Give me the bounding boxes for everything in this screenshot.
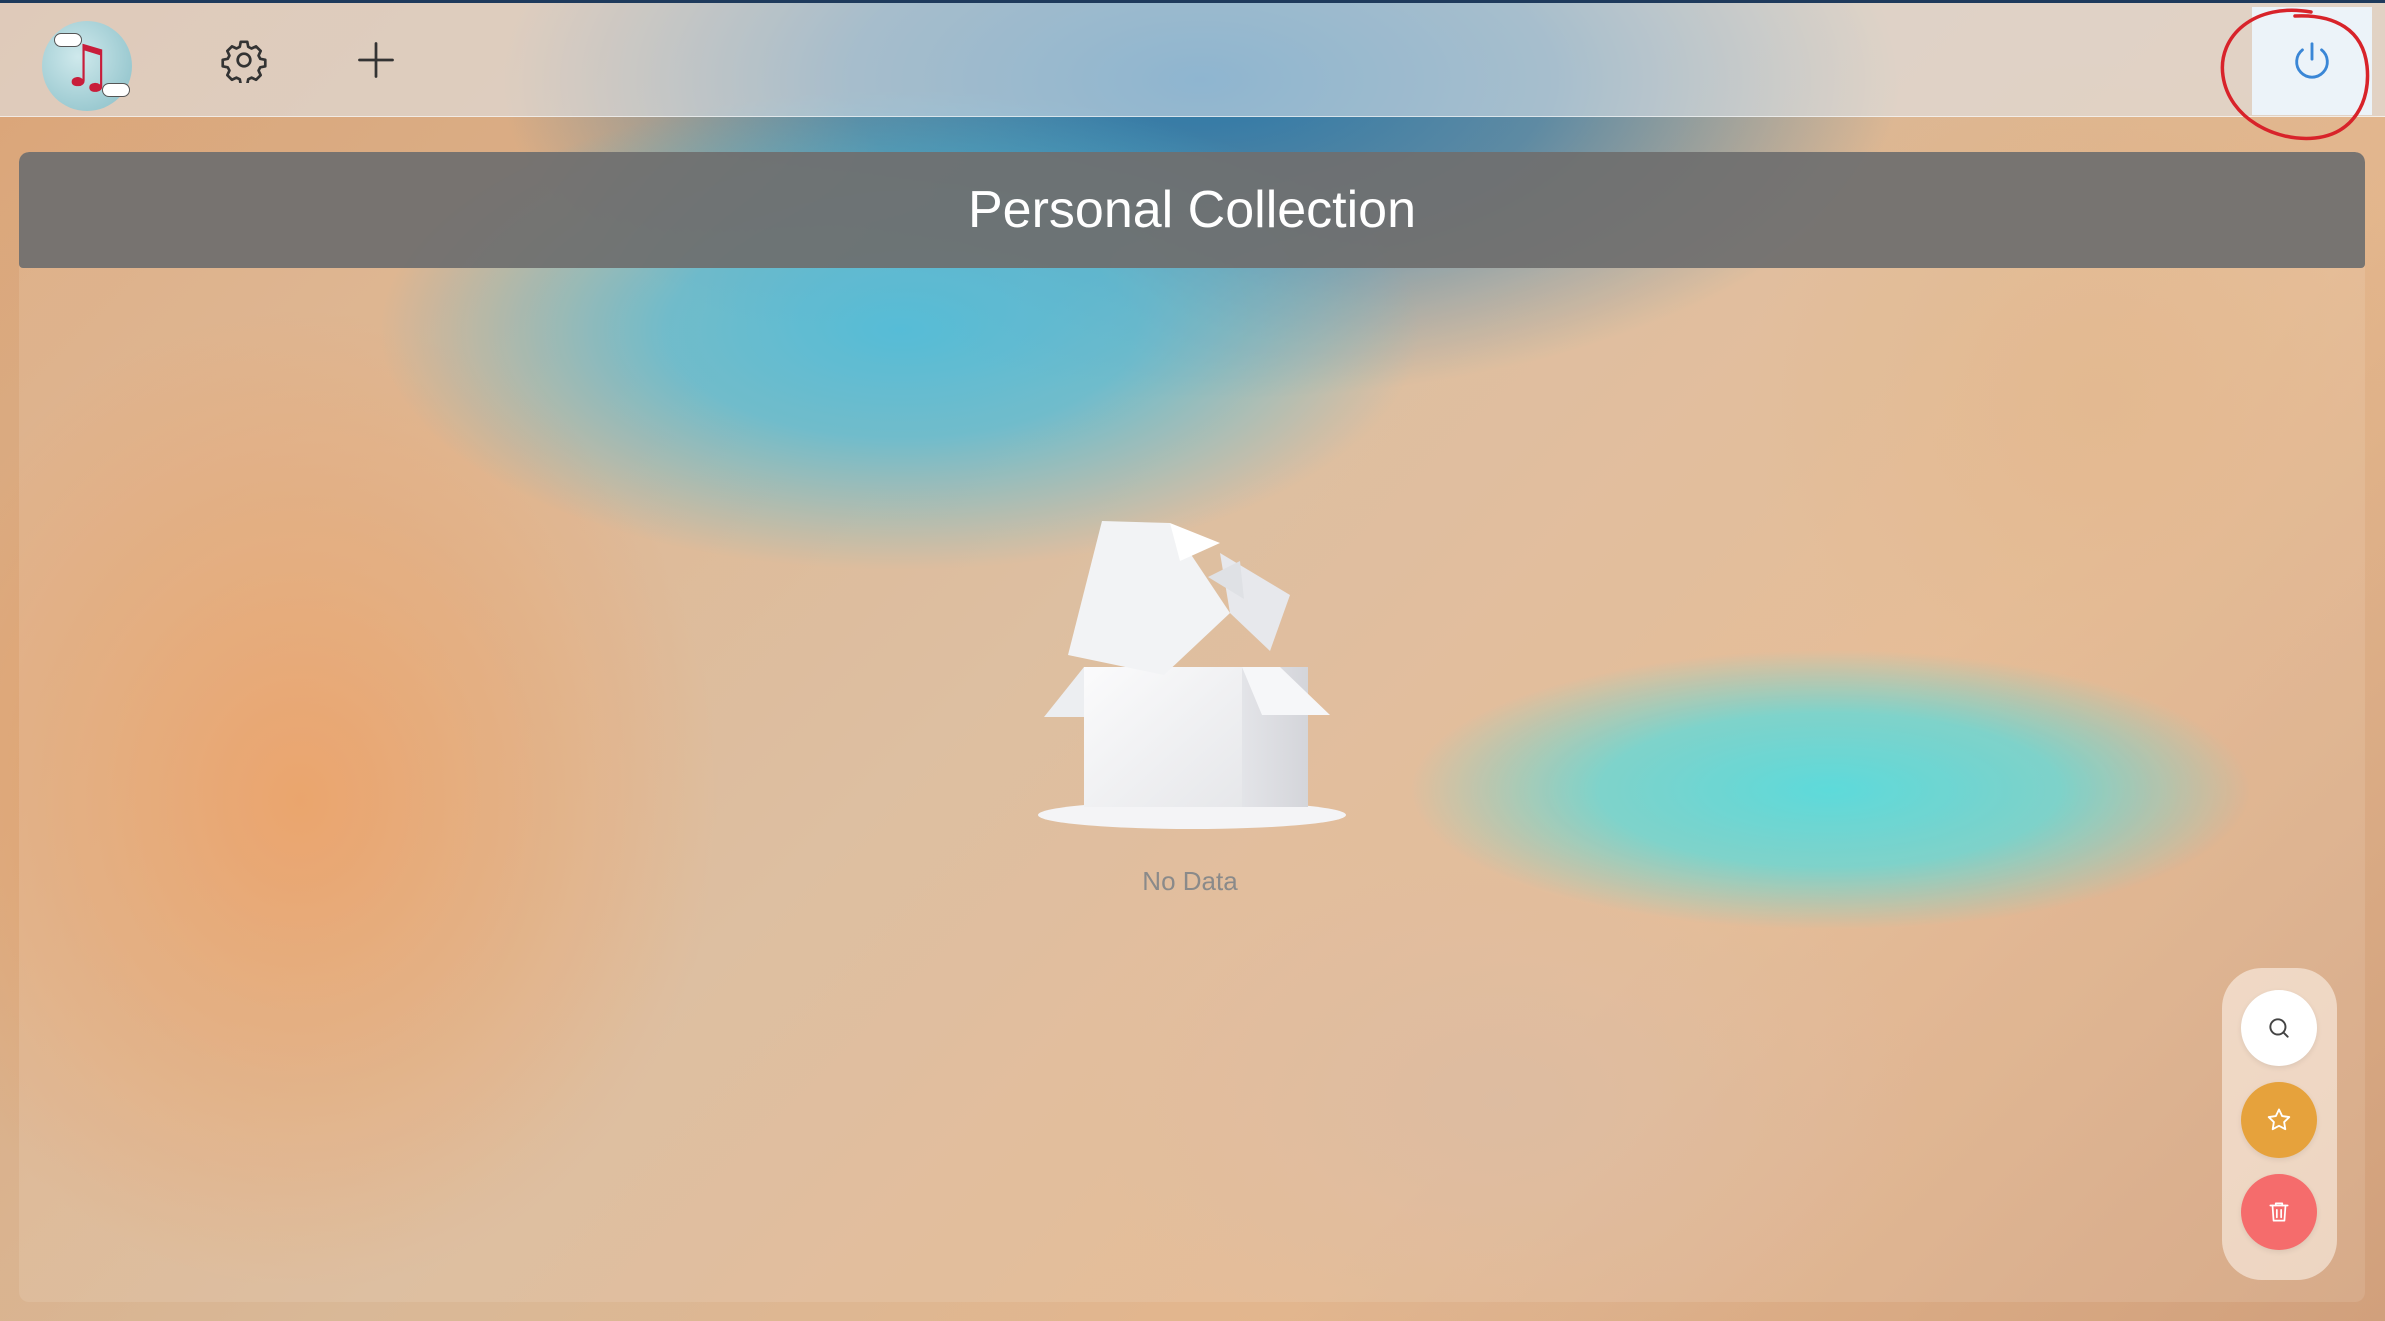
delete-button[interactable] [2241, 1174, 2317, 1250]
trash-icon [2269, 1202, 2289, 1222]
empty-state: No Data [1020, 515, 1360, 897]
favorite-button[interactable] [2241, 1082, 2317, 1158]
app-window: ♫ Personal Collection No Data [0, 0, 2385, 1321]
search-button[interactable] [2241, 990, 2317, 1066]
star-icon [2267, 1108, 2291, 1131]
power-button[interactable] [2252, 7, 2372, 115]
power-icon [2295, 42, 2329, 79]
search-icon [2269, 1018, 2289, 1038]
cloud-decoration [102, 83, 130, 97]
empty-box-icon [1038, 521, 1346, 829]
settings-button[interactable] [209, 25, 279, 95]
empty-state-text: No Data [1142, 866, 1238, 896]
page-title: Personal Collection [967, 181, 1417, 239]
gear-icon [221, 40, 267, 83]
top-toolbar: ♫ [0, 0, 2385, 117]
add-button[interactable] [341, 25, 411, 95]
cloud-decoration [54, 33, 82, 47]
plus-icon [358, 42, 394, 78]
floating-action-dock [2222, 968, 2337, 1280]
panel-header: Personal Collection [19, 152, 2365, 268]
app-logo[interactable]: ♫ [42, 21, 132, 111]
